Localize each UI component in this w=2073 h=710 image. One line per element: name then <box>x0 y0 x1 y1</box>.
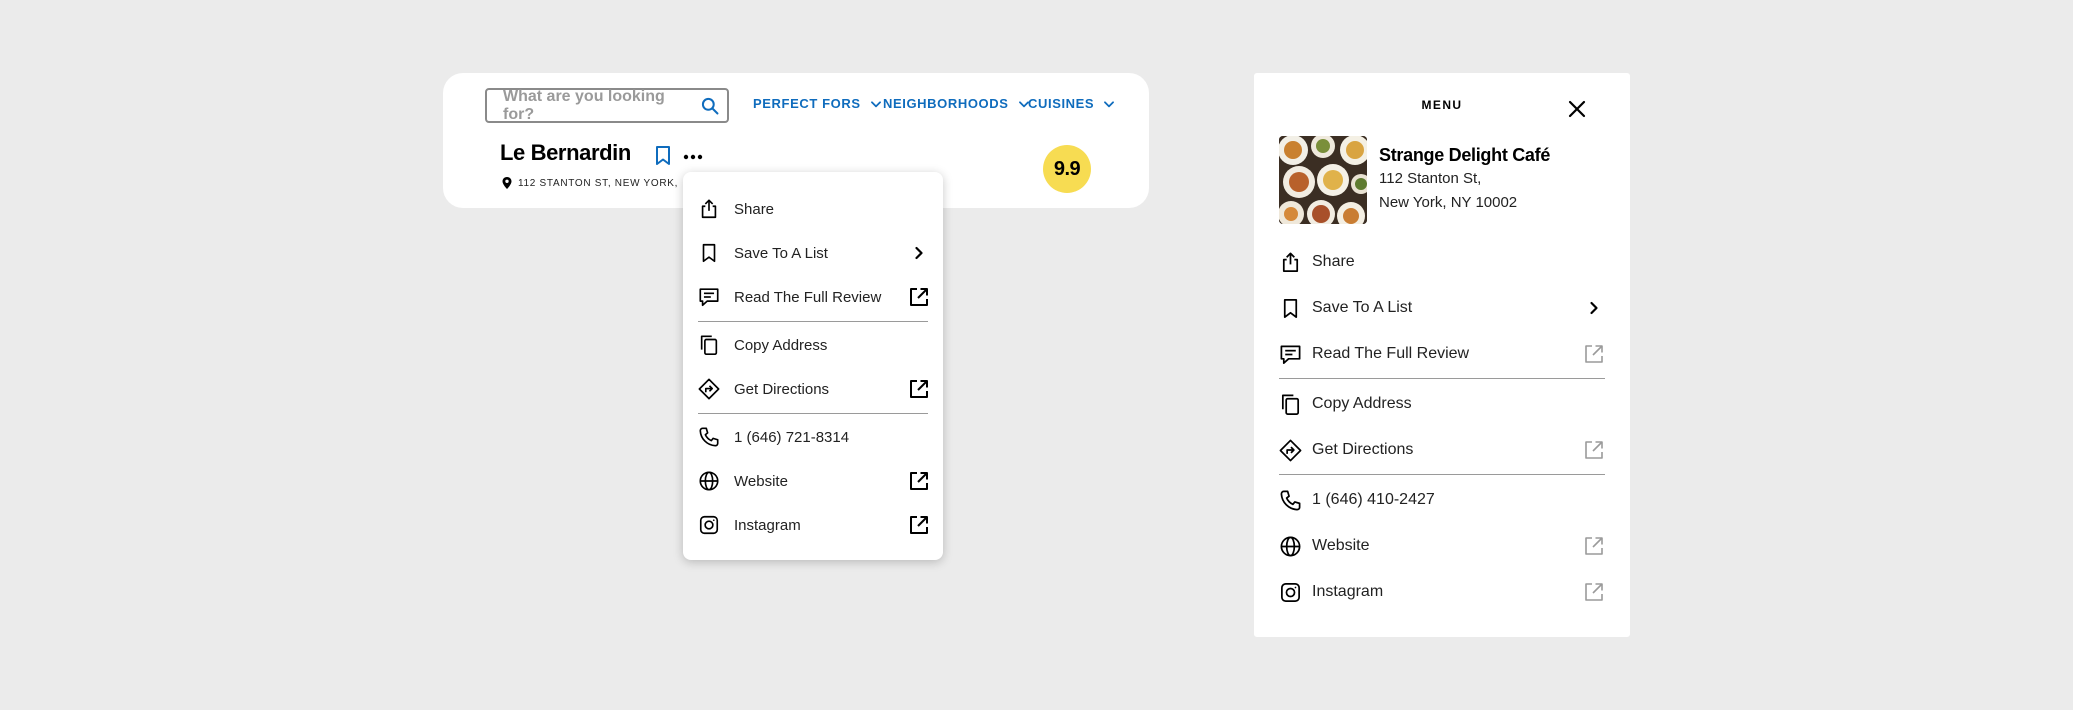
menu-item-label: 1 (646) 410-2427 <box>1312 491 1435 508</box>
menu-item-label: Save To A List <box>734 244 828 262</box>
restaurant-title: Le Bernardin <box>500 140 631 165</box>
nav-cuisines[interactable]: CUISINES <box>1028 96 1116 111</box>
phone-icon <box>699 427 719 447</box>
mobile-menu-panel: MENU Strange Delight Café 112 Stanton St… <box>1254 73 1630 637</box>
menu-item-read-review[interactable]: Read The Full Review <box>1279 339 1605 369</box>
bookmark-icon <box>1283 298 1298 318</box>
menu-item-label: Copy Address <box>1312 395 1412 412</box>
menu-item-label: Copy Address <box>734 336 828 354</box>
instagram-icon <box>1281 582 1300 602</box>
restaurant-name: Strange Delight Café <box>1379 145 1551 165</box>
external-link-icon <box>1585 345 1603 363</box>
external-link-icon <box>1585 583 1603 601</box>
copy-icon <box>700 335 718 355</box>
restaurant-thumbnail <box>1279 136 1367 224</box>
menu-item-label: Instagram <box>1312 583 1384 600</box>
menu-item-instagram[interactable]: Instagram <box>1279 577 1605 607</box>
menu-item-get-directions[interactable]: Get Directions <box>698 374 930 404</box>
menu-item-phone[interactable]: 1 (646) 410-2427 <box>1279 485 1605 515</box>
directions-icon <box>1279 439 1302 461</box>
external-link-icon <box>1585 441 1603 459</box>
external-link-icon <box>910 380 928 398</box>
external-link-icon <box>910 516 928 534</box>
nav-neighborhoods[interactable]: NEIGHBORHOODS <box>883 96 1031 111</box>
globe-icon <box>1280 536 1301 556</box>
menu-item-label: Read The Full Review <box>1312 345 1470 362</box>
menu-divider <box>1279 474 1605 475</box>
address-line-1: 112 Stanton St, <box>1379 170 1482 187</box>
review-icon <box>699 288 719 307</box>
directions-icon <box>698 378 720 400</box>
chevron-right-icon <box>1590 301 1598 315</box>
menu-item-copy-address[interactable]: Copy Address <box>698 330 930 360</box>
bookmark-icon <box>702 243 716 263</box>
rating-badge: 9.9 <box>1043 145 1091 193</box>
menu-item-label: Share <box>1312 253 1355 270</box>
copy-icon <box>1281 394 1300 415</box>
nav-label: CUISINES <box>1028 96 1095 111</box>
nav-label: PERFECT FORS <box>753 96 861 111</box>
globe-icon <box>699 471 719 491</box>
menu-item-website[interactable]: Website <box>1279 531 1605 561</box>
menu-item-website[interactable]: Website <box>698 466 930 496</box>
menu-item-instagram[interactable]: Instagram <box>698 510 930 540</box>
menu-item-label: Save To A List <box>1312 299 1413 316</box>
address-text: 112 STANTON ST, NEW YORK, NY 10002 <box>518 177 680 189</box>
review-icon <box>1280 344 1301 364</box>
menu-divider <box>1279 378 1605 379</box>
menu-item-label: Read The Full Review <box>734 288 882 306</box>
nav-perfect-fors[interactable]: PERFECT FORS <box>753 96 883 111</box>
menu-divider <box>698 413 928 414</box>
menu-item-save-to-list[interactable]: Save To A List <box>698 238 930 268</box>
menu-item-label: Website <box>734 472 788 490</box>
chevron-down-icon <box>1104 100 1115 107</box>
search-placeholder: What are you looking for? <box>503 87 665 123</box>
menu-item-label: Instagram <box>734 516 801 534</box>
menu-item-phone[interactable]: 1 (646) 721-8314 <box>698 422 930 452</box>
instagram-icon <box>699 515 719 535</box>
menu-item-label: 1 (646) 721-8314 <box>734 428 850 446</box>
bookmark-icon[interactable] <box>654 145 672 167</box>
menu-item-read-review[interactable]: Read The Full Review <box>698 282 930 312</box>
share-icon <box>701 199 717 219</box>
menu-item-save-to-list[interactable]: Save To A List <box>1279 293 1605 323</box>
external-link-icon <box>910 288 928 306</box>
location-pin-icon <box>502 177 512 189</box>
address-line-2: New York, NY 10002 <box>1379 194 1518 211</box>
chevron-down-icon <box>870 100 881 107</box>
menu-divider <box>698 321 928 322</box>
restaurant-address: 112 STANTON ST, NEW YORK, NY 10002 <box>502 177 680 189</box>
more-options-icon[interactable] <box>683 153 703 161</box>
menu-item-get-directions[interactable]: Get Directions <box>1279 435 1605 465</box>
close-icon[interactable] <box>1566 98 1588 120</box>
search-icon[interactable] <box>700 96 720 116</box>
phone-icon <box>1280 490 1301 510</box>
menu-item-label: Get Directions <box>734 380 830 398</box>
external-link-icon <box>910 472 928 490</box>
share-icon <box>1282 252 1299 272</box>
menu-item-label: Share <box>734 200 775 218</box>
menu-item-copy-address[interactable]: Copy Address <box>1279 389 1605 419</box>
external-link-icon <box>1585 537 1603 555</box>
search-input[interactable]: What are you looking for? <box>485 88 729 123</box>
menu-item-label: Website <box>1312 537 1370 554</box>
menu-item-share[interactable]: Share <box>1279 247 1605 277</box>
nav-label: NEIGHBORHOODS <box>883 96 1009 111</box>
menu-item-share[interactable]: Share <box>698 194 930 224</box>
chevron-right-icon <box>915 246 923 260</box>
options-dropdown: Share Save To A List Read The Full Revie… <box>683 172 943 560</box>
menu-item-label: Get Directions <box>1312 441 1414 458</box>
